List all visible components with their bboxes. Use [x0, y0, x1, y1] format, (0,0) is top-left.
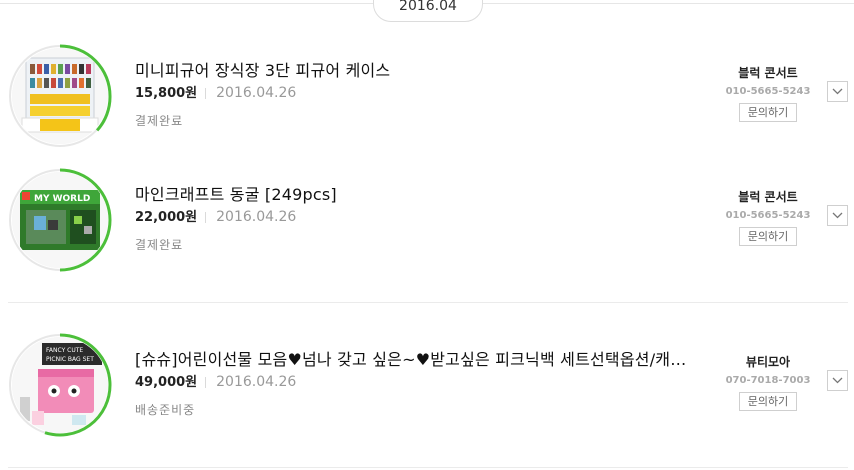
date-group-label: 2016.04 — [399, 0, 457, 14]
order-item: 미니피규어 장식장 3단 피규어 케이스 15,800원 2016.04.26 결… — [0, 42, 854, 152]
price-date-row: 15,800원 2016.04.26 — [135, 82, 296, 101]
svg-text:PICNIC BAG SET: PICNIC BAG SET — [46, 356, 94, 363]
order-status: 배송준비중 — [135, 403, 196, 417]
chevron-down-icon — [832, 88, 843, 95]
expand-toggle-button[interactable] — [827, 370, 848, 391]
inquiry-button[interactable]: 문의하기 — [739, 392, 797, 411]
expand-toggle-button[interactable] — [827, 81, 848, 102]
product-image: FANCY CUTE PICNIC BAG SET — [12, 337, 108, 433]
inquiry-button[interactable]: 문의하기 — [739, 103, 797, 122]
order-item: FANCY CUTE PICNIC BAG SET [슈슈]어린이선물 모음♥넘… — [0, 331, 854, 441]
price-date-row: 22,000원 2016.04.26 — [135, 206, 296, 225]
product-title[interactable]: [슈슈]어린이선물 모음♥넘나 갖고 싶은~♥받고싶은 피크닉백 세트선택옵션/… — [135, 346, 700, 370]
divider — [205, 88, 207, 99]
seller-phone: 010-5665-5243 — [725, 86, 811, 97]
product-thumbnail[interactable]: MY WORLD — [8, 168, 112, 272]
product-price: 49,000원 — [135, 375, 198, 390]
product-price: 15,800원 — [135, 86, 198, 101]
seller-phone: 070-7018-7003 — [725, 375, 811, 386]
svg-text:FANCY CUTE: FANCY CUTE — [46, 347, 83, 354]
seller-phone: 010-5665-5243 — [725, 210, 811, 221]
product-thumbnail[interactable] — [8, 44, 112, 148]
order-status: 결제완료 — [135, 114, 184, 128]
price-date-row: 49,000원 2016.04.26 — [135, 371, 296, 390]
chevron-down-icon — [832, 212, 843, 219]
expand-toggle-button[interactable] — [827, 205, 848, 226]
seller-name[interactable]: 뷰티모아 — [716, 353, 820, 370]
product-title[interactable]: 미니피규어 장식장 3단 피규어 케이스 — [135, 57, 390, 81]
order-date: 2016.04.26 — [216, 85, 297, 101]
inquiry-button[interactable]: 문의하기 — [739, 227, 797, 246]
order-group-divider — [8, 302, 848, 303]
product-image: MY WORLD — [12, 172, 108, 268]
divider — [205, 377, 207, 388]
product-thumbnail[interactable]: FANCY CUTE PICNIC BAG SET — [8, 333, 112, 437]
date-group-tab: 2016.04 — [373, 0, 483, 22]
chevron-down-icon — [832, 377, 843, 384]
order-group-divider — [8, 467, 848, 468]
order-date: 2016.04.26 — [216, 209, 297, 225]
product-title[interactable]: 마인크래프트 동굴 [249pcs] — [135, 181, 337, 205]
product-price: 22,000원 — [135, 210, 198, 225]
order-status: 결제완료 — [135, 238, 184, 252]
seller-name[interactable]: 블럭 콘서트 — [716, 188, 820, 205]
order-date: 2016.04.26 — [216, 374, 297, 390]
product-image — [12, 48, 108, 144]
seller-name[interactable]: 블럭 콘서트 — [716, 64, 820, 81]
order-item: MY WORLD 마인크래프트 동굴 [249pcs] 22,000원 2016.… — [0, 166, 854, 276]
divider — [205, 212, 207, 223]
svg-text:MY WORLD: MY WORLD — [34, 194, 90, 204]
